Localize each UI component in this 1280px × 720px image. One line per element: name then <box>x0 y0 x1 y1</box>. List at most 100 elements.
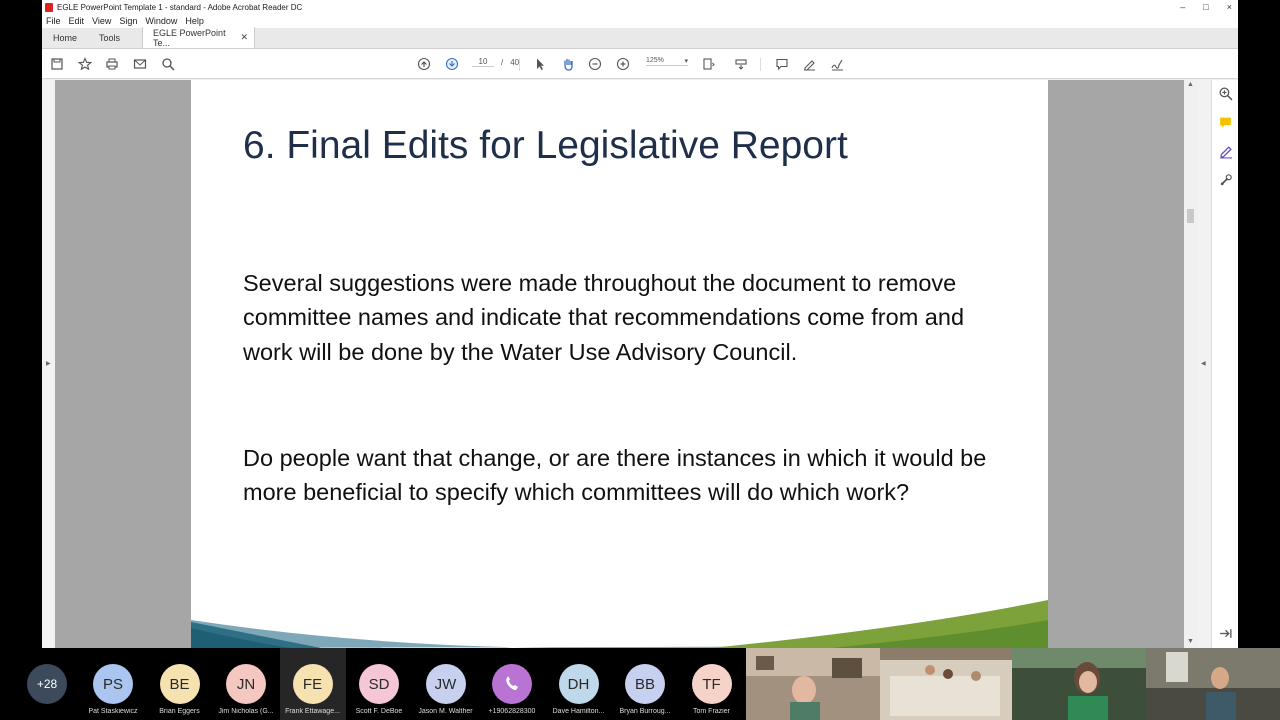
participant-name: Tom Frazier <box>693 708 730 715</box>
tab-document-label: EGLE PowerPoint Te... <box>153 27 226 48</box>
left-panel-toggle[interactable]: ▶ <box>42 80 55 648</box>
page-total: 40 <box>510 57 520 67</box>
participant-avatar: FE <box>292 664 333 704</box>
tab-bar: Home Tools EGLE PowerPoint Te... ✕ <box>42 27 1238 49</box>
expand-right-icon: ◀ <box>1201 361 1206 367</box>
participant-tile[interactable]: TF Tom Frazier <box>679 648 745 720</box>
participant-avatar: JW <box>425 664 466 704</box>
toolbar: 10 / 40 125% ▾ <box>42 49 1238 79</box>
fit-page-icon[interactable] <box>701 56 717 72</box>
participant-avatar: BB <box>625 664 665 704</box>
hand-tool-icon[interactable] <box>560 56 576 72</box>
participant-tile[interactable]: PS Pat Staskiewicz <box>80 648 146 720</box>
collapse-pane-icon[interactable] <box>1218 626 1233 641</box>
toolbar-divider <box>760 58 761 71</box>
participant-name: Jim Nicholas (G... <box>218 708 274 715</box>
participant-name: Jason M. Walther <box>418 708 473 715</box>
participant-tile[interactable]: SD Scott F. DeBoe <box>346 648 412 720</box>
menu-edit[interactable]: Edit <box>69 16 85 26</box>
menu-sign[interactable]: Sign <box>119 16 137 26</box>
page-separator: / <box>501 57 504 67</box>
next-page-icon[interactable] <box>444 56 460 72</box>
search-icon[interactable] <box>160 56 176 72</box>
chevron-down-icon: ▾ <box>684 58 688 65</box>
document-viewer[interactable]: 6. Final Edits for Legislative Report Se… <box>55 80 1184 648</box>
participant-tile[interactable]: +19062828300 <box>479 648 545 720</box>
window-title: EGLE PowerPoint Template 1 - standard - … <box>57 2 303 12</box>
video-feed-1[interactable] <box>746 648 880 720</box>
video-feed-2[interactable] <box>880 648 1012 720</box>
minimize-button[interactable]: – <box>1180 2 1185 12</box>
video-feeds <box>746 648 1280 720</box>
video-feed-3[interactable] <box>1012 648 1146 720</box>
slide-decoration-waves <box>191 600 1048 648</box>
acrobat-icon <box>45 2 53 12</box>
participant-name: Scott F. DeBoe <box>355 708 403 715</box>
comment-tool-icon[interactable] <box>1218 115 1233 130</box>
slide-title: 6. Final Edits for Legislative Report <box>243 124 848 167</box>
participant-name: Dave Hamilton... <box>552 708 605 715</box>
page-current[interactable]: 10 <box>472 57 494 67</box>
more-tools-icon[interactable] <box>1218 173 1233 188</box>
participant-tile[interactable]: DH Dave Hamilton... <box>546 648 612 720</box>
fill-sign-icon[interactable] <box>1218 144 1233 159</box>
scroll-down-icon[interactable]: ▼ <box>1187 638 1194 645</box>
select-cursor-icon[interactable] <box>532 56 548 72</box>
comment-icon[interactable] <box>774 56 790 72</box>
more-participants-count: +28 <box>27 664 67 704</box>
title-bar: EGLE PowerPoint Template 1 - standard - … <box>42 0 1238 14</box>
highlight-pen-icon[interactable] <box>801 56 817 72</box>
close-window-button[interactable]: × <box>1227 2 1232 12</box>
more-participants[interactable]: +28 <box>14 648 80 720</box>
vertical-scrollbar[interactable]: ▲ ▼ <box>1184 80 1197 648</box>
menu-help[interactable]: Help <box>185 16 204 26</box>
menu-window[interactable]: Window <box>145 16 177 26</box>
close-tab-icon[interactable]: ✕ <box>240 32 248 43</box>
participant-avatar: DH <box>558 664 599 704</box>
tab-document[interactable]: EGLE PowerPoint Te... ✕ <box>142 27 256 48</box>
zoom-tool-icon[interactable] <box>1218 86 1233 101</box>
zoom-out-icon[interactable] <box>587 56 603 72</box>
tools-pane <box>1211 80 1238 648</box>
participant-tile[interactable]: JN Jim Nicholas (G... <box>213 648 279 720</box>
video-feed-4[interactable] <box>1146 648 1280 720</box>
participant-tile[interactable]: BB Bryan Burroug... <box>612 648 678 720</box>
participant-name: +19062828300 <box>488 708 536 715</box>
email-icon[interactable] <box>132 56 148 72</box>
acrobat-window: EGLE PowerPoint Template 1 - standard - … <box>42 0 1238 648</box>
previous-page-icon[interactable] <box>416 56 432 72</box>
expand-left-icon: ▶ <box>46 361 51 367</box>
scrollbar-thumb[interactable] <box>1187 209 1194 223</box>
page-number-field[interactable]: 10 / 40 <box>472 57 519 67</box>
bookmark-star-icon[interactable] <box>77 56 93 72</box>
tab-home[interactable]: Home <box>42 27 88 48</box>
meeting-participants-strip: +28 PS Pat Staskiewicz BE Brian Eggers JN Jim… <box>0 648 746 720</box>
participant-name: Brian Eggers <box>159 708 200 715</box>
menu-file[interactable]: File <box>46 16 61 26</box>
save-icon[interactable] <box>49 56 65 72</box>
menu-view[interactable]: View <box>92 16 111 26</box>
print-icon[interactable] <box>104 56 120 72</box>
participant-avatar: TF <box>691 664 732 704</box>
toolbar-divider <box>519 58 520 71</box>
tab-tools[interactable]: Tools <box>88 27 131 48</box>
zoom-in-icon[interactable] <box>615 56 631 72</box>
slide-page: 6. Final Edits for Legislative Report Se… <box>191 80 1048 648</box>
right-panel-toggle[interactable]: ◀ <box>1197 80 1211 648</box>
participant-avatar: SD <box>359 664 399 704</box>
participant-tile[interactable]: FE Frank Ettawage... <box>279 648 346 720</box>
participant-avatar: JN <box>226 664 266 704</box>
phone-participant-icon <box>492 664 532 704</box>
sign-icon[interactable] <box>829 56 845 72</box>
slide-paragraph-1: Several suggestions were made throughout… <box>243 270 965 365</box>
zoom-level-dropdown[interactable]: 125% ▾ <box>646 57 688 66</box>
participant-name: Pat Staskiewicz <box>88 708 138 715</box>
slide-paragraph-2: Do people want that change, or are there… <box>243 445 987 506</box>
scroll-up-icon[interactable]: ▲ <box>1187 81 1194 88</box>
maximize-button[interactable]: □ <box>1203 2 1208 12</box>
participant-avatar: BE <box>159 664 200 704</box>
participant-tile[interactable]: BE Brian Eggers <box>147 648 213 720</box>
scroll-mode-icon[interactable] <box>733 56 749 72</box>
menu-bar: File Edit View Sign Window Help <box>42 14 1238 28</box>
participant-tile[interactable]: JW Jason M. Walther <box>413 648 479 720</box>
